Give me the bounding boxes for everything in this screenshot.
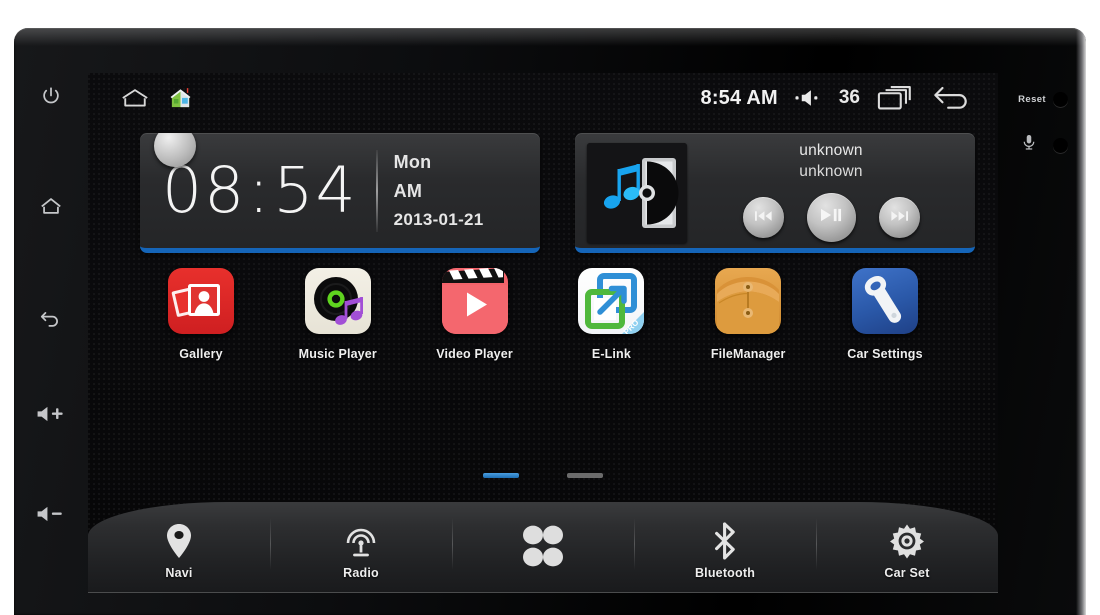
back-icon — [39, 307, 63, 329]
mic-pinhole[interactable] — [1053, 138, 1068, 153]
left-hardware-keys — [14, 28, 88, 615]
dock-label: Car Set — [884, 566, 930, 580]
app-music-player[interactable]: Music Player — [279, 268, 397, 361]
play-pause-button[interactable] — [806, 193, 856, 242]
clock-time: 08:54 — [162, 159, 358, 222]
transport-controls — [742, 193, 920, 242]
volume-level: 36 — [838, 87, 860, 108]
track-artist: unknown — [799, 163, 863, 180]
volume-up-button[interactable] — [14, 392, 88, 436]
dock-item-all-apps[interactable] — [452, 502, 634, 593]
app-label: Car Settings — [847, 347, 923, 361]
clock-minutes: 54 — [273, 154, 358, 227]
radio-antenna-icon — [344, 521, 378, 561]
head-unit-device: Reset 8:54 AM 36 08:54 Mon AM 2013-01-21… — [14, 28, 1086, 615]
volume-down-button[interactable] — [14, 492, 88, 536]
bezel-gloss — [14, 28, 1086, 46]
dock-item-radio[interactable]: Radio — [270, 502, 452, 593]
app-gallery[interactable]: Gallery — [142, 268, 260, 361]
e-link-icon: PRO — [578, 268, 645, 334]
clock-widget[interactable]: 08:54 Mon AM 2013-01-21 — [140, 133, 540, 253]
reset-hole[interactable]: Reset — [1000, 88, 1072, 134]
bluetooth-icon — [711, 521, 739, 561]
app-file-manager[interactable]: FileManager — [689, 268, 807, 361]
page-dot-2[interactable] — [567, 473, 603, 478]
dock-item-bluetooth[interactable]: Bluetooth — [634, 502, 816, 593]
back-hardware-button[interactable] — [14, 296, 88, 340]
clock-date: 2013-01-21 — [393, 209, 484, 229]
app-label: Music Player — [298, 347, 377, 361]
cd-sleeve-glyph — [639, 158, 679, 228]
next-track-button[interactable] — [878, 197, 920, 238]
app-video-player[interactable]: Video Player — [416, 268, 534, 361]
map-pin-icon — [164, 521, 194, 561]
power-icon — [40, 85, 62, 107]
microphone-hole[interactable] — [1000, 134, 1072, 180]
car-settings-icon — [851, 268, 918, 334]
previous-track-icon — [754, 209, 772, 227]
apps-grid-icon — [519, 525, 567, 568]
clock-meridiem: AM — [393, 180, 423, 201]
home-outline-icon[interactable] — [120, 87, 150, 109]
dock-label: Bluetooth — [694, 566, 756, 580]
app-e-link[interactable]: PRO E-Link — [552, 268, 670, 361]
app-label: Video Player — [436, 347, 513, 361]
previous-track-button[interactable] — [742, 197, 784, 238]
app-label: E-Link — [591, 347, 631, 361]
video-player-icon — [441, 268, 508, 334]
back-arrow-icon[interactable] — [932, 85, 972, 111]
album-art[interactable] — [587, 143, 687, 243]
next-track-icon — [890, 209, 908, 227]
house-color-icon[interactable] — [168, 86, 193, 110]
app-label: Gallery — [179, 347, 223, 361]
play-pause-icon — [820, 208, 842, 227]
volume-icon[interactable] — [795, 88, 822, 108]
track-title: unknown — [799, 142, 863, 159]
music-player-widget[interactable]: unknown unknown — [575, 133, 975, 253]
clock-weekday: Mon — [393, 151, 432, 172]
gear-icon — [889, 521, 925, 561]
reset-label: Reset — [1018, 94, 1046, 105]
power-button[interactable] — [14, 74, 88, 118]
file-manager-icon — [715, 268, 782, 334]
widgets-row: 08:54 Mon AM 2013-01-21 unknown unknown — [88, 125, 998, 260]
touchscreen[interactable]: 8:54 AM 36 08:54 Mon AM 2013-01-21 unkno… — [88, 73, 998, 593]
right-bezel-marks: Reset — [1000, 88, 1072, 180]
home-icon — [39, 195, 63, 217]
app-label: FileManager — [710, 347, 786, 361]
page-indicator — [88, 473, 998, 478]
dock-label: Radio — [343, 566, 379, 580]
page-dot-1[interactable] — [483, 473, 519, 478]
status-bar: 8:54 AM 36 — [88, 73, 998, 123]
recent-apps-icon[interactable] — [877, 85, 915, 111]
dock-item-car-set[interactable]: Car Set — [816, 502, 998, 593]
status-time: 8:54 AM — [700, 86, 778, 109]
home-hardware-button[interactable] — [14, 184, 88, 228]
app-car-settings[interactable]: Car Settings — [826, 268, 944, 361]
dock-bar: Navi Radio Bluetooth Car Set — [88, 502, 998, 593]
volume-up-icon — [34, 404, 68, 424]
app-grid: Gallery Music Player Video Player PRO E-… — [88, 268, 998, 361]
dock-item-navi[interactable]: Navi — [88, 502, 270, 593]
microphone-icon — [1022, 134, 1036, 156]
reset-pinhole[interactable] — [1053, 92, 1068, 107]
gallery-icon — [168, 268, 234, 334]
dock-label: Navi — [165, 566, 193, 580]
music-player-icon — [304, 268, 371, 334]
volume-down-icon — [34, 504, 68, 524]
clock-divider — [375, 149, 378, 232]
clock-separator: : — [248, 154, 272, 227]
